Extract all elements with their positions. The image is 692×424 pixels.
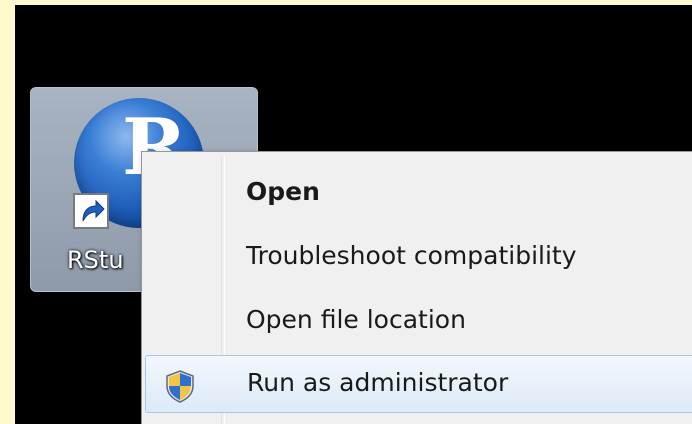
shortcut-label: RStu (67, 246, 124, 274)
context-menu: Open Troubleshoot compatibility Open fil… (141, 151, 692, 424)
uac-shield-icon (162, 368, 198, 404)
desktop: R RStu Open Troubleshoot compatibility O… (15, 5, 692, 424)
menu-item-label: Troubleshoot compatibility (246, 241, 577, 270)
menu-item-label: Run as administrator (247, 368, 509, 397)
menu-item-open[interactable]: Open (145, 165, 692, 223)
shortcut-arrow-icon (73, 193, 109, 229)
menu-item-troubleshoot-compatibility[interactable]: Troubleshoot compatibility (145, 229, 692, 287)
menu-item-label: Open file location (246, 305, 466, 334)
menu-item-run-as-administrator[interactable]: Run as administrator (145, 355, 692, 413)
menu-item-open-file-location[interactable]: Open file location (145, 293, 692, 351)
menu-item-label: Open (246, 177, 320, 206)
